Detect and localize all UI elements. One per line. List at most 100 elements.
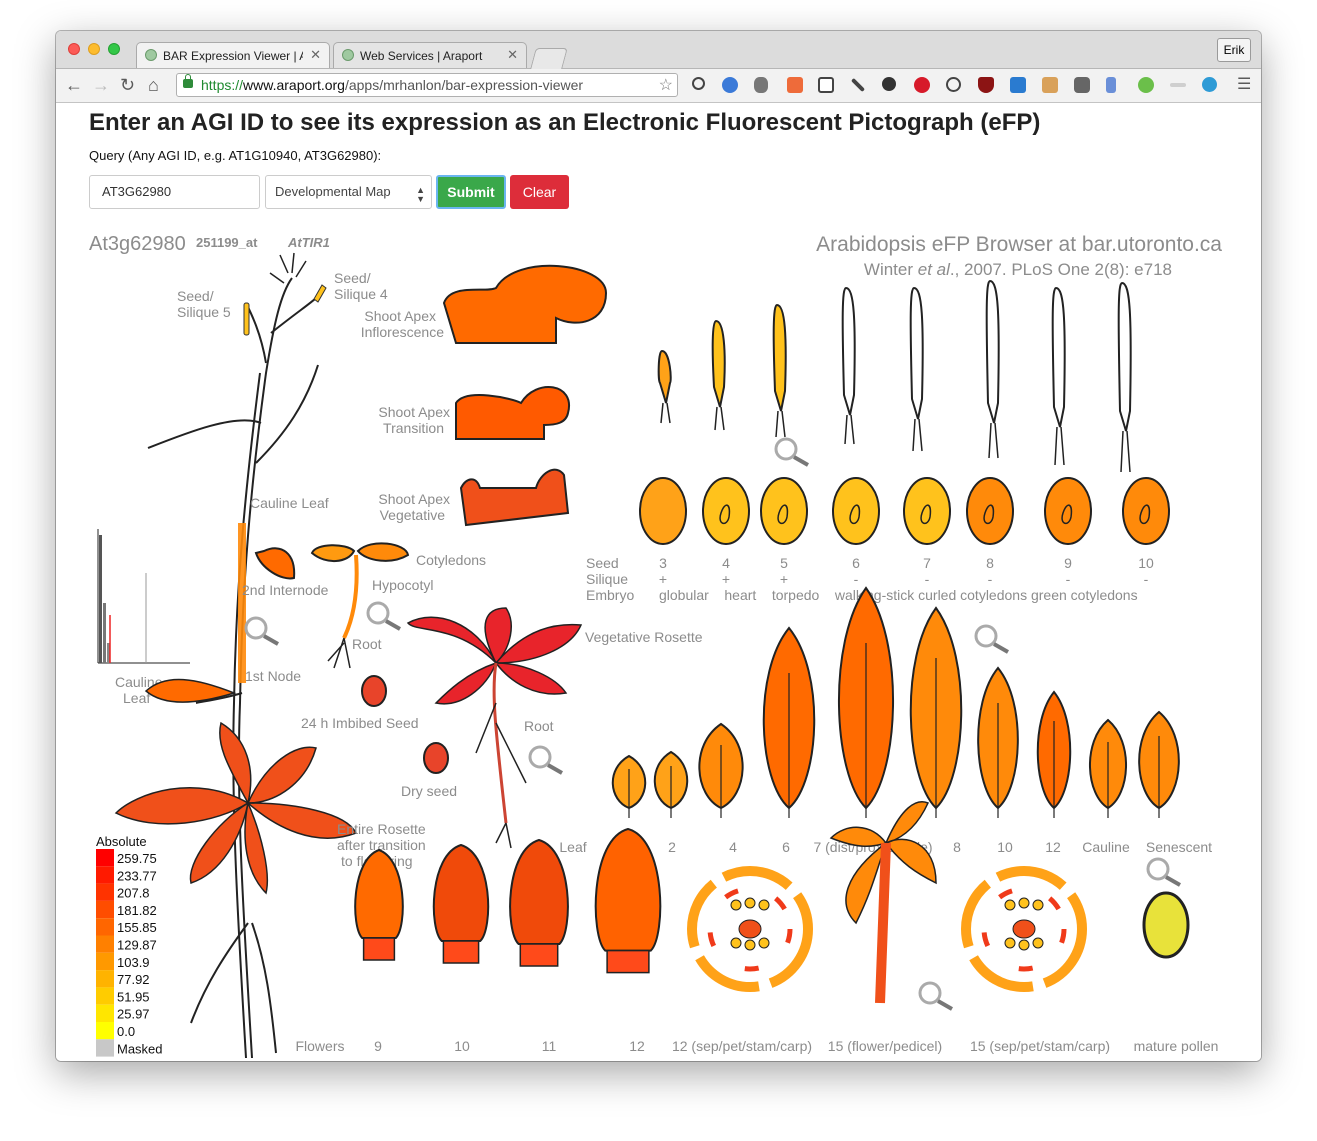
menu-icon[interactable]: ☰ xyxy=(1237,75,1251,95)
flower-stage-label: 10 xyxy=(454,1038,470,1054)
chart-extension-icon[interactable] xyxy=(1106,77,1116,93)
picker-extension-icon[interactable] xyxy=(850,77,866,93)
silique-stage-label: - xyxy=(925,571,930,587)
close-icon[interactable]: ✕ xyxy=(507,47,518,63)
label-apex-inf: Shoot Apex xyxy=(364,308,436,324)
forward-arrow-icon[interactable]: → xyxy=(92,75,110,95)
legend-value: 103.9 xyxy=(117,955,150,970)
embryo-seed-shape xyxy=(903,477,951,545)
address-bar[interactable]: https://www.araport.org/apps/mrhanlon/ba… xyxy=(176,73,678,97)
close-icon[interactable]: ✕ xyxy=(310,47,321,63)
close-window-button[interactable] xyxy=(68,43,80,55)
new-tab-button[interactable] xyxy=(530,48,568,69)
label-apex-veg: Shoot Apex xyxy=(378,491,450,507)
legend-value: 51.95 xyxy=(117,989,150,1004)
stop-extension-icon[interactable] xyxy=(914,77,930,93)
flower-stage-label: 12 xyxy=(629,1038,645,1054)
bug-extension-icon[interactable] xyxy=(754,77,768,93)
silique-row xyxy=(657,279,1132,473)
label-entire-rosette: Entire Rosette xyxy=(337,821,426,837)
leaf-stage-label: 8 xyxy=(953,839,961,855)
label-apex-trans: Shoot Apex xyxy=(378,404,450,420)
ball-extension-icon[interactable] xyxy=(1138,77,1154,93)
tab-web-services[interactable]: Web Services | Araport ✕ xyxy=(333,42,527,68)
plus-extension-icon[interactable] xyxy=(787,77,803,93)
embryo-stage-text: globular heart torpedo walking-stick cur… xyxy=(659,587,1138,603)
magnifier-icon[interactable] xyxy=(774,437,809,467)
tab-title: Web Services | Araport xyxy=(360,49,483,63)
seed-stage-label: 4 xyxy=(722,555,730,571)
reload-icon[interactable]: ↻ xyxy=(120,75,135,95)
silique-stalk xyxy=(912,418,923,452)
stamen-shape xyxy=(1004,937,1016,949)
legend-value: 233.77 xyxy=(117,868,157,883)
minimize-window-button[interactable] xyxy=(88,43,100,55)
label-apex-trans-2: Transition xyxy=(383,420,444,436)
silique-stage-label: - xyxy=(854,571,859,587)
embryo-seed-shape xyxy=(832,477,880,545)
magnifier-icon[interactable] xyxy=(528,745,563,775)
legend-value: 181.82 xyxy=(117,903,157,918)
search-extension-icon[interactable] xyxy=(946,77,961,92)
embryo-row xyxy=(639,477,1170,545)
internode-2-shape xyxy=(238,523,246,683)
label-imbibed: 24 h Imbibed Seed xyxy=(301,715,419,731)
label-internode2: 2nd Internode xyxy=(242,582,329,598)
face-extension-icon[interactable] xyxy=(1042,77,1058,93)
tab-bar-expression-viewer[interactable]: BAR Expression Viewer | Ar ✕ xyxy=(136,42,330,68)
legend-value: 129.87 xyxy=(117,938,157,953)
url-text: https://www.araport.org/apps/mrhanlon/ba… xyxy=(201,77,584,93)
stamen-shape xyxy=(1018,897,1030,909)
browser-window: BAR Expression Viewer | Ar ✕ Web Service… xyxy=(56,31,1261,1061)
page-content: Enter an AGI ID to see its expression as… xyxy=(56,103,1261,1061)
label-apex-inf-2: Inflorescence xyxy=(361,324,444,340)
square-extension-icon[interactable] xyxy=(1074,77,1090,93)
efp-citation: Winter et al., 2007. PLoS One 2(8): e718 xyxy=(864,260,1172,279)
box-extension-icon[interactable] xyxy=(1010,77,1026,93)
leaf-stage-label: 10 xyxy=(997,839,1013,855)
bookmark-star-icon[interactable]: ☆ xyxy=(659,75,673,95)
shoot-apex-vegetative xyxy=(459,468,570,527)
magnifier-icon[interactable] xyxy=(974,624,1009,654)
label-veg-rosette: Vegetative Rosette xyxy=(585,629,703,645)
silique-stalk xyxy=(660,402,671,424)
magnifier-icon[interactable] xyxy=(244,616,279,646)
seed-stage-label: 3 xyxy=(659,555,667,571)
label-cauline-leaf-top: Cauline Leaf xyxy=(250,495,329,511)
tab-title: BAR Expression Viewer | Ar xyxy=(163,49,303,63)
info-extension-icon[interactable] xyxy=(692,77,705,90)
silique-head: Silique xyxy=(586,571,628,587)
star-extension-icon[interactable] xyxy=(1202,77,1217,92)
flower-row xyxy=(354,801,1190,1004)
flower-labels: Flowers 9 10 11 12 12 (sep/pet/stam/carp) 15 (… xyxy=(295,1038,1218,1054)
label-cotyledons: Cotyledons xyxy=(416,552,486,568)
magnifier-icon[interactable] xyxy=(1146,857,1181,887)
legend-value: 77.92 xyxy=(117,972,150,987)
silique-4-shape xyxy=(313,284,327,303)
vegetative-rosette xyxy=(406,607,583,849)
scissors-extension-icon[interactable] xyxy=(1170,83,1186,87)
label-dry-seed: Dry seed xyxy=(401,783,457,799)
s-extension-icon[interactable] xyxy=(818,77,834,93)
gear-extension-icon[interactable] xyxy=(882,77,896,91)
user-profile-button[interactable]: Erik xyxy=(1217,38,1251,62)
back-arrow-icon[interactable]: ← xyxy=(65,75,83,95)
magnifier-icon[interactable] xyxy=(366,601,401,631)
probe-id: 251199_at xyxy=(196,235,258,250)
globe-extension-icon[interactable] xyxy=(722,77,738,93)
zoom-window-button[interactable] xyxy=(108,43,120,55)
label-seed4-2: Silique 4 xyxy=(334,286,388,302)
leaf-stage-label: 2 xyxy=(668,839,676,855)
legend-value: 0.0 xyxy=(117,1024,135,1039)
embryo-head: Embryo xyxy=(586,587,634,603)
silique-shape xyxy=(711,319,726,408)
gene-id: At3g62980 xyxy=(89,233,186,255)
silique-stage-label: - xyxy=(1066,571,1071,587)
leaf-stage-label: 12 xyxy=(1045,839,1061,855)
home-icon[interactable]: ⌂ xyxy=(148,75,159,95)
efp-browser-title: Arabidopsis eFP Browser at bar.utoronto.… xyxy=(816,233,1222,256)
legend-value: 259.75 xyxy=(117,851,157,866)
magnifier-icon[interactable] xyxy=(918,981,953,1011)
seed-stage-label: 9 xyxy=(1064,555,1072,571)
shield-extension-icon[interactable] xyxy=(978,77,994,93)
